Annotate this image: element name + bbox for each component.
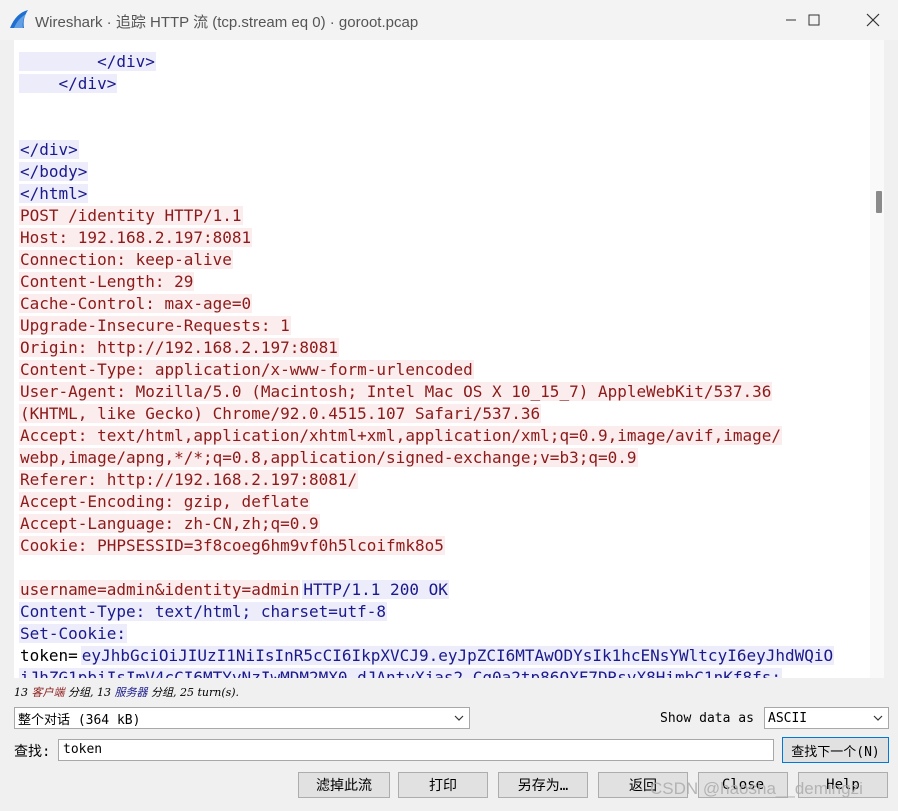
show-data-select[interactable]: ASCII <box>764 707 889 729</box>
scrollbar-thumb[interactable] <box>876 191 882 213</box>
find-next-button[interactable]: 查找下一个(N) <box>782 737 889 763</box>
stream-line: Accept-Encoding: gzip, deflate <box>18 491 868 513</box>
client-text: Accept: text/html,application/xhtml+xml,… <box>19 426 782 445</box>
server-text: Content-Type: text/html; charset=utf-8 <box>19 602 388 621</box>
client-text: Connection: keep-alive <box>19 250 233 269</box>
client-text: username=admin&identity=admin <box>19 580 301 599</box>
client-text: Accept-Language: zh-CN,zh;q=0.9 <box>19 514 320 533</box>
client-packet-count: 13 <box>14 686 28 699</box>
stream-line: </div> <box>18 73 868 95</box>
vertical-scrollbar[interactable] <box>870 40 884 678</box>
server-text: </div> <box>19 140 79 159</box>
stream-line: </html> <box>18 183 868 205</box>
maximize-icon <box>808 14 820 26</box>
stream-line: </div> <box>18 139 868 161</box>
stream-line: Content-Length: 29 <box>18 271 868 293</box>
summary-mid-a: 分组, <box>64 686 97 699</box>
client-text: User-Agent: Mozilla/5.0 (Macintosh; Inte… <box>19 382 773 401</box>
client-text: Cookie: PHPSESSID=3f8coeg6hm9vf0h5lcoifm… <box>19 536 445 555</box>
server-packet-count: 13 <box>97 686 111 699</box>
stream-line: Referer: http://192.168.2.197:8081/ <box>18 469 868 491</box>
server-text: eyJhbGciOiJIUzI1NiIsInR5cCI6IkpXVCJ9.eyJ… <box>80 646 835 665</box>
stream-line: POST /identity HTTP/1.1 <box>18 205 868 227</box>
client-text: webp,image/apng,*/*;q=0.8,application/si… <box>19 448 638 467</box>
client-word: 客户端 <box>31 686 65 699</box>
stream-line: User-Agent: Mozilla/5.0 (Macintosh; Inte… <box>18 381 868 403</box>
client-text: Referer: http://192.168.2.197:8081/ <box>19 470 359 489</box>
client-text: Cache-Control: max-age=0 <box>19 294 253 313</box>
find-label: 查找: <box>14 744 51 760</box>
stream-line: Cache-Control: max-age=0 <box>18 293 868 315</box>
title-bar: Wireshark · 追踪 HTTP 流 (tcp.stream eq 0) … <box>0 0 898 40</box>
chevron-down-icon <box>454 715 464 721</box>
stream-line <box>18 557 868 579</box>
stream-line: Cookie: PHPSESSID=3f8coeg6hm9vf0h5lcoifm… <box>18 535 868 557</box>
stream-line: Set-Cookie: <box>18 623 868 645</box>
stream-line: Content-Type: text/html; charset=utf-8 <box>18 601 868 623</box>
client-text: Content-Type: application/x-www-form-url… <box>19 360 474 379</box>
stream-line: (KHTML, like Gecko) Chrome/92.0.4515.107… <box>18 403 868 425</box>
chevron-down-icon <box>873 715 883 721</box>
client-text: Upgrade-Insecure-Requests: 1 <box>19 316 291 335</box>
client-text: Content-Length: 29 <box>19 272 195 291</box>
server-text: Set-Cookie: <box>19 624 127 643</box>
close-icon <box>866 13 880 27</box>
summary-mid-b: 分组, 25 turn(s). <box>147 686 240 699</box>
conversation-select-value: 整个对话 (364 kB) <box>18 712 141 728</box>
plain-text: token= <box>20 646 78 665</box>
stream-line: token= eyJhbGciOiJIUzI1NiIsInR5cCI6IkpXVC… <box>18 645 868 667</box>
close-window-button[interactable] <box>850 0 896 40</box>
stream-line <box>18 95 868 117</box>
stream-line: Accept-Language: zh-CN,zh;q=0.9 <box>18 513 868 535</box>
conversation-select[interactable]: 整个对话 (364 kB) <box>14 707 470 729</box>
stream-line: Accept: text/html,application/xhtml+xml,… <box>18 425 868 447</box>
server-text: </body> <box>19 162 89 181</box>
stream-line: Connection: keep-alive <box>18 249 868 271</box>
server-text: </html> <box>19 184 89 203</box>
wireshark-fin-icon <box>10 10 28 28</box>
stream-line: username=admin&identity=admin HTTP/1.1 20… <box>18 579 868 601</box>
server-text: </div> <box>19 74 118 93</box>
filter-out-button[interactable]: 滤掉此流 <box>298 772 390 798</box>
stream-lines: </div> </div> </div> </body> </html> POST /i… <box>18 51 868 678</box>
show-data-label: Show data as <box>660 711 754 726</box>
client-text: Host: 192.168.2.197:8081 <box>19 228 253 247</box>
stream-line: Host: 192.168.2.197:8081 <box>18 227 868 249</box>
show-data-value: ASCII <box>768 710 808 726</box>
stream-line: iJhZG1pbiIsImV4cCI6MTYyNzIwMDM2MX0.dJAnt… <box>18 667 868 678</box>
stream-line: webp,image/apng,*/*;q=0.8,application/si… <box>18 447 868 469</box>
client-text: Origin: http://192.168.2.197:8081 <box>19 338 339 357</box>
stream-line: Upgrade-Insecure-Requests: 1 <box>18 315 868 337</box>
stream-line: </body> <box>18 161 868 183</box>
find-input[interactable]: token <box>58 739 774 761</box>
save-as-button[interactable]: 另存为… <box>498 772 588 798</box>
server-text: iJhZG1pbiIsImV4cCI6MTYyNzIwMDM2MX0.dJAnt… <box>18 668 783 678</box>
window-title: Wireshark · 追踪 HTTP 流 (tcp.stream eq 0) … <box>35 14 419 31</box>
stream-line: Origin: http://192.168.2.197:8081 <box>18 337 868 359</box>
maximize-button[interactable] <box>791 0 837 40</box>
server-word: 服务器 <box>114 686 148 699</box>
server-text: HTTP/1.1 200 OK <box>302 580 449 599</box>
stream-line: </div> <box>18 51 868 73</box>
stream-content[interactable]: </div> </div> </div> </body> </html> POST /i… <box>14 40 870 678</box>
client-text: POST /identity HTTP/1.1 <box>19 206 243 225</box>
client-text: (KHTML, like Gecko) Chrome/92.0.4515.107… <box>19 404 542 423</box>
stream-line <box>18 117 868 139</box>
watermark: CSDN @haosha__demingzi <box>650 779 863 798</box>
stream-line: Content-Type: application/x-www-form-url… <box>18 359 868 381</box>
server-text: </div> <box>19 52 156 71</box>
client-text: Accept-Encoding: gzip, deflate <box>19 492 310 511</box>
stream-summary: 13 客户端 分组, 13 服务器 分组, 25 turn(s). <box>14 684 239 700</box>
print-button[interactable]: 打印 <box>398 772 488 798</box>
